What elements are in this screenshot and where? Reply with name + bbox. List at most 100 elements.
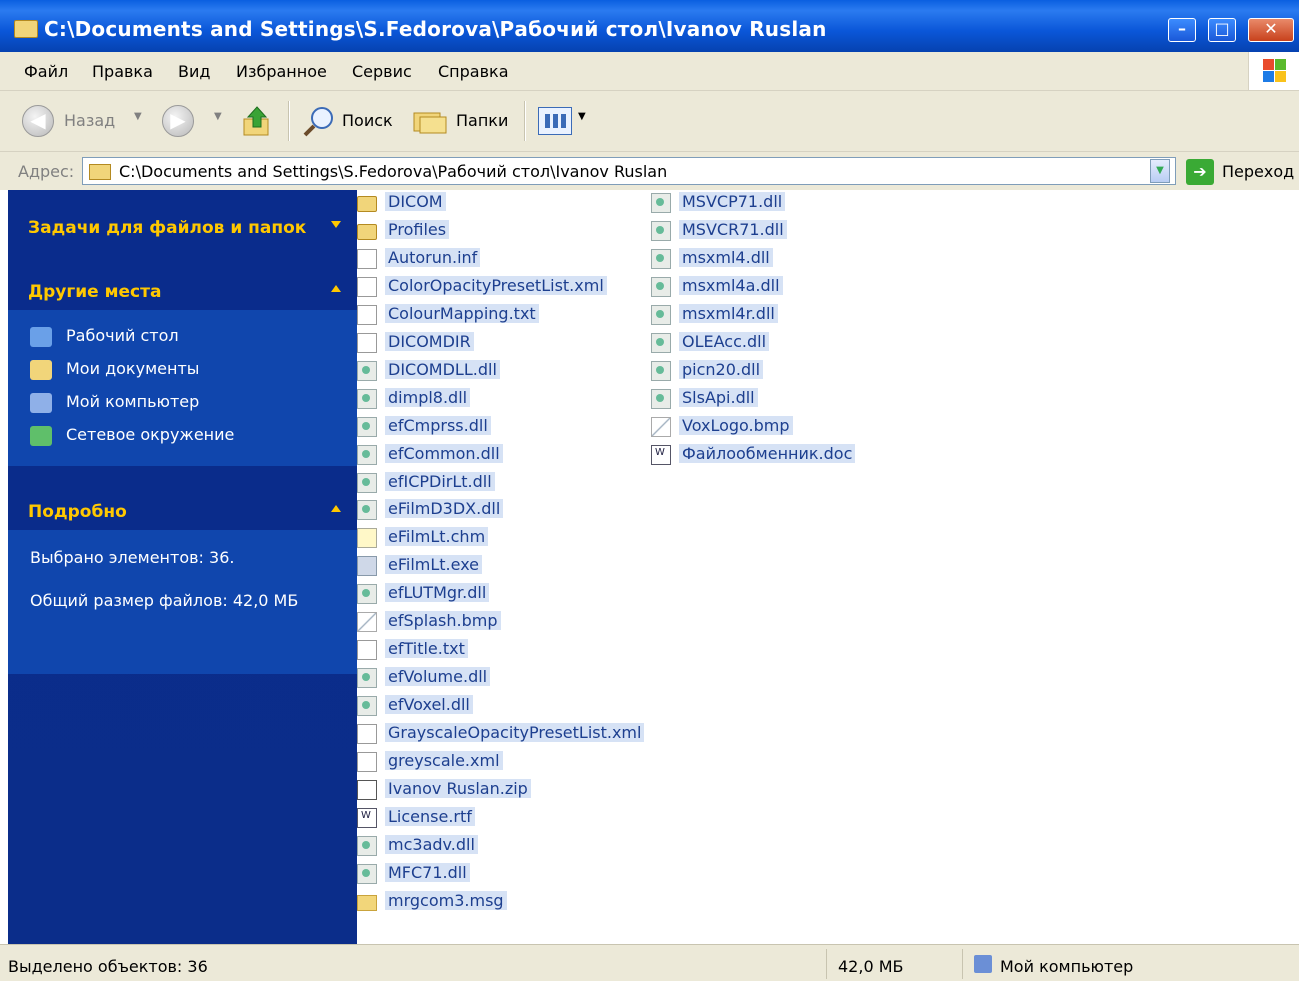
generic-file-icon bbox=[357, 332, 377, 353]
bmp-file-icon bbox=[357, 612, 377, 633]
file-name: GrayscaleOpacityPresetList.xml bbox=[385, 723, 645, 743]
file-name: MFC71.dll bbox=[385, 862, 470, 882]
expand-chevron-icon[interactable] bbox=[331, 221, 341, 228]
up-folder-icon[interactable] bbox=[242, 105, 272, 137]
file-name: efLUTMgr.dll bbox=[385, 583, 490, 603]
view-mode-icon[interactable] bbox=[538, 107, 572, 135]
file-name: eFilmD3DX.dll bbox=[385, 499, 504, 519]
maximize-button[interactable]: □ bbox=[1208, 18, 1236, 42]
tasks-panel-header[interactable]: Задачи для файлов и папок bbox=[8, 208, 357, 248]
place-my-computer[interactable]: Мой компьютер bbox=[30, 392, 199, 413]
menu-help[interactable]: Справка bbox=[438, 62, 509, 81]
task-pane: Задачи для файлов и папок Другие места Р… bbox=[8, 190, 357, 944]
exe-file-icon bbox=[357, 556, 377, 577]
close-button[interactable]: ✕ bbox=[1248, 18, 1294, 42]
status-selected: Выделено объектов: 36 bbox=[8, 957, 208, 976]
menu-tools[interactable]: Сервис bbox=[352, 62, 412, 81]
dll-file-icon bbox=[357, 696, 377, 717]
menu-edit[interactable]: Правка bbox=[92, 62, 153, 81]
file-name: efCmprss.dll bbox=[385, 415, 491, 435]
file-name: eFilmLt.exe bbox=[385, 555, 483, 575]
file-name: efVolume.dll bbox=[385, 667, 491, 687]
menu-view[interactable]: Вид bbox=[178, 62, 210, 81]
file-name: SlsApi.dll bbox=[679, 387, 758, 407]
dll-file-icon bbox=[651, 304, 671, 325]
place-label: Сетевое окружение bbox=[66, 425, 235, 444]
file-name: mc3adv.dll bbox=[385, 834, 478, 854]
dll-file-icon bbox=[357, 500, 377, 521]
place-label: Мой компьютер bbox=[66, 392, 200, 411]
status-size: 42,0 МБ bbox=[838, 957, 904, 976]
dll-file-icon bbox=[651, 388, 671, 409]
view-dropdown-icon[interactable]: ▼ bbox=[578, 111, 586, 122]
xml-file-icon bbox=[357, 724, 377, 745]
file-name: efVoxel.dll bbox=[385, 695, 473, 715]
dll-file-icon bbox=[651, 220, 671, 241]
minimize-button[interactable]: – bbox=[1168, 18, 1196, 42]
forward-dropdown-icon[interactable]: ▼ bbox=[214, 111, 222, 122]
file-name: MSVCR71.dll bbox=[679, 219, 787, 239]
doc-file-icon bbox=[651, 444, 671, 465]
search-icon[interactable] bbox=[302, 105, 336, 137]
places-panel-header[interactable]: Другие места bbox=[8, 272, 357, 312]
file-name: msxml4.dll bbox=[679, 247, 773, 267]
status-divider bbox=[826, 949, 827, 979]
file-name: efSplash.bmp bbox=[385, 611, 501, 631]
file-name: OLEAcc.dll bbox=[679, 331, 770, 351]
folder-icon bbox=[14, 20, 38, 38]
folders-icon[interactable] bbox=[412, 107, 448, 135]
status-location: Мой компьютер bbox=[1000, 957, 1134, 976]
collapse-chevron-icon[interactable] bbox=[331, 505, 341, 512]
file-name: mrgcom3.msg bbox=[385, 890, 507, 910]
title-bar[interactable]: C:\Documents and Settings\S.Fedorova\Раб… bbox=[0, 0, 1299, 52]
file-name: Файлообменник.doc bbox=[679, 443, 856, 463]
collapse-chevron-icon[interactable] bbox=[331, 285, 341, 292]
back-dropdown-icon[interactable]: ▼ bbox=[134, 111, 142, 122]
menu-bar: Файл Правка Вид Избранное Сервис Справка bbox=[0, 52, 1299, 91]
desktop-icon bbox=[30, 326, 52, 347]
dll-file-icon bbox=[357, 388, 377, 409]
help-file-icon bbox=[357, 528, 377, 549]
toolbar: ◀ Назад ▼ ▶ ▼ Поиск Папки ▼ bbox=[0, 91, 1299, 152]
file-list: DICOM Profiles Autorun.inf ColorOpacityPres… bbox=[357, 190, 1299, 944]
place-network[interactable]: Сетевое окружение bbox=[30, 425, 234, 446]
file-name: greyscale.xml bbox=[385, 751, 503, 770]
file-name: VoxLogo.bmp bbox=[679, 415, 793, 435]
address-input[interactable]: C:\Documents and Settings\S.Fedorova\Раб… bbox=[82, 157, 1176, 185]
dll-file-icon bbox=[357, 668, 377, 689]
file-name: DICOM bbox=[385, 192, 446, 211]
inf-file-icon bbox=[357, 248, 377, 269]
back-button-label[interactable]: Назад bbox=[64, 111, 115, 130]
folder-icon bbox=[89, 164, 111, 180]
details-panel-title: Подробно bbox=[28, 502, 127, 522]
address-bar: Адрес: C:\Documents and Settings\S.Fedor… bbox=[0, 152, 1299, 190]
toolbar-separator bbox=[524, 101, 526, 141]
xml-file-icon bbox=[357, 276, 377, 297]
windows-logo-icon bbox=[1248, 52, 1299, 90]
search-button-label[interactable]: Поиск bbox=[342, 111, 393, 130]
menu-favorites[interactable]: Избранное bbox=[236, 62, 327, 81]
go-button-label[interactable]: Переход bbox=[1222, 162, 1294, 181]
file-name: msxml4r.dll bbox=[679, 303, 778, 323]
place-desktop[interactable]: Рабочий стол bbox=[30, 326, 179, 347]
address-value[interactable]: C:\Documents and Settings\S.Fedorova\Раб… bbox=[119, 162, 667, 181]
xml-file-icon bbox=[357, 752, 377, 772]
my-documents-icon bbox=[30, 359, 52, 380]
folders-button-label[interactable]: Папки bbox=[456, 111, 508, 130]
file-name: ColourMapping.txt bbox=[385, 303, 539, 323]
dll-file-icon bbox=[357, 360, 377, 381]
details-panel-header[interactable]: Подробно bbox=[8, 492, 357, 532]
selected-count: Выбрано элементов: 36. bbox=[30, 548, 235, 567]
bmp-file-icon bbox=[651, 416, 671, 437]
network-icon bbox=[30, 425, 52, 446]
back-arrow-icon[interactable]: ◀ bbox=[22, 105, 54, 137]
dll-file-icon bbox=[357, 835, 377, 856]
dll-file-icon bbox=[651, 193, 671, 213]
places-panel-title: Другие места bbox=[28, 282, 162, 302]
menu-file[interactable]: Файл bbox=[24, 62, 68, 81]
address-dropdown-icon[interactable]: ▼ bbox=[1150, 159, 1170, 183]
folder-icon bbox=[357, 196, 377, 212]
place-my-documents[interactable]: Мои документы bbox=[30, 359, 199, 380]
forward-arrow-icon[interactable]: ▶ bbox=[162, 105, 194, 137]
go-arrow-icon[interactable]: ➔ bbox=[1186, 159, 1214, 185]
